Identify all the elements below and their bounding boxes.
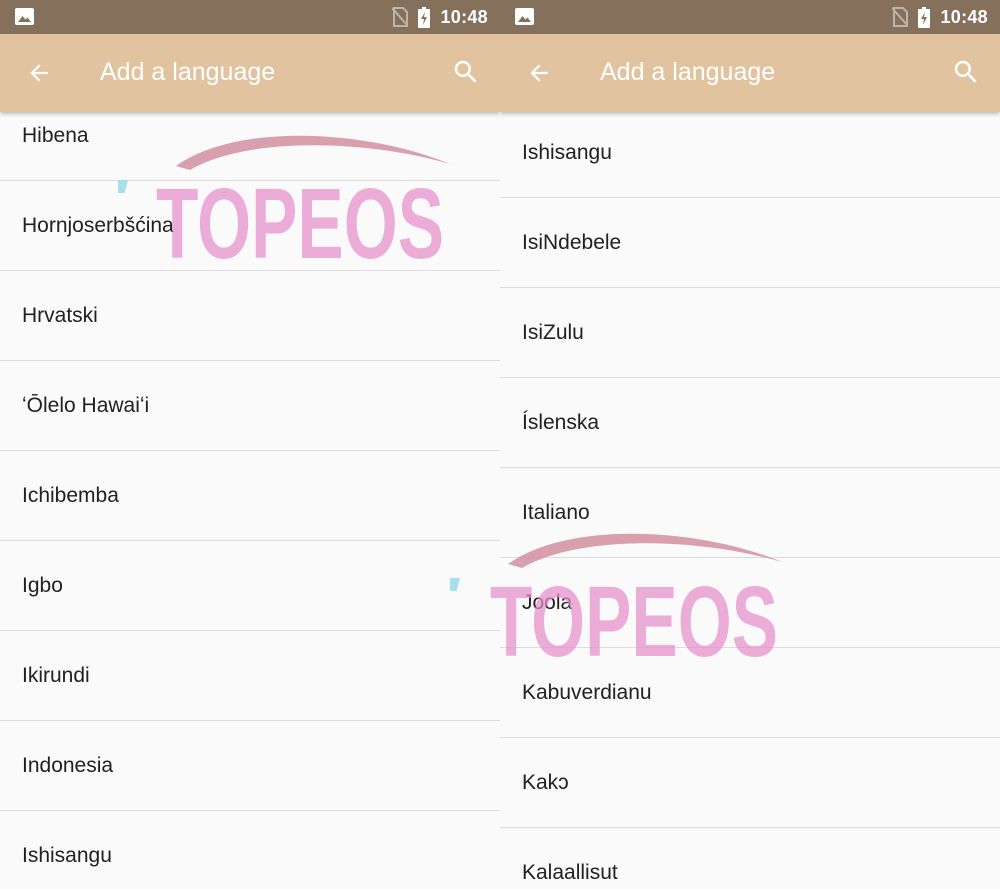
list-item[interactable]: Ishisangu (0, 811, 500, 889)
list-item-label: Ichibemba (22, 484, 119, 507)
list-item-label: Indonesia (22, 754, 114, 777)
phone-screen-left: 10:48 Add a language Hibena Hornjoserbšć… (0, 0, 500, 889)
list-item[interactable]: Indonesia (0, 721, 500, 811)
list-item[interactable]: Kabuverdianu (500, 648, 1000, 738)
list-item[interactable]: Igbo (0, 541, 500, 631)
arrow-back-icon (530, 64, 548, 82)
phone-screen-right: 10:48 Add a language Ishisangu IsiNdebel… (500, 0, 1000, 889)
arrow-back-icon (30, 64, 48, 82)
list-item-label: IsiNdebele (522, 231, 622, 254)
search-button[interactable] (448, 54, 484, 90)
search-icon (954, 60, 977, 83)
gallery-icon (15, 8, 34, 25)
page-title: Add a language (600, 58, 776, 86)
list-item-label: Ikirundi (22, 664, 90, 687)
list-item-label: Hornjoserbšćina (22, 214, 174, 237)
app-bar: Add a language (500, 34, 1000, 112)
list-item[interactable]: Joola (500, 558, 1000, 648)
language-list-viewport[interactable]: Hibena Hornjoserbšćina Hrvatski ʻŌlelo H… (0, 112, 500, 889)
list-item-label: ʻŌlelo Hawaiʻi (22, 394, 150, 417)
app-bar: Add a language (0, 34, 500, 112)
list-item[interactable]: Kakɔ (500, 738, 1000, 828)
language-list: Ishisangu IsiNdebele IsiZulu Íslenska It… (500, 112, 1000, 889)
list-item[interactable]: Hornjoserbšćina (0, 181, 500, 271)
list-item-label: Íslenska (522, 411, 600, 434)
status-icons: 10:48 (892, 0, 988, 34)
list-item[interactable]: Ikirundi (0, 631, 500, 721)
status-bar: 10:48 (500, 0, 1000, 34)
status-time: 10:48 (940, 6, 988, 27)
status-bar: 10:48 (0, 0, 500, 34)
status-icons: 10:48 (392, 0, 488, 34)
list-item-label: IsiZulu (522, 321, 584, 344)
list-item[interactable]: IsiNdebele (500, 198, 1000, 288)
list-item-label: Ishisangu (22, 844, 112, 867)
list-item-label: Ishisangu (522, 141, 612, 164)
list-item-label: Hibena (22, 124, 89, 147)
list-item-label: Igbo (22, 574, 63, 597)
list-item[interactable]: Ishisangu (500, 112, 1000, 198)
list-item[interactable]: IsiZulu (500, 288, 1000, 378)
list-item-label: Kalaallisut (522, 861, 618, 884)
list-item[interactable]: Hibena (0, 112, 500, 181)
battery-charging-icon (918, 6, 931, 28)
list-item-label: Kakɔ (522, 771, 569, 794)
screenshot-pair: 10:48 Add a language Hibena Hornjoserbšć… (0, 0, 1000, 889)
gallery-icon (515, 8, 534, 25)
list-item[interactable]: Kalaallisut (500, 828, 1000, 889)
language-list-viewport[interactable]: Ishisangu IsiNdebele IsiZulu Íslenska It… (500, 112, 1000, 889)
search-icon (454, 60, 477, 83)
search-button[interactable] (948, 54, 984, 90)
status-time: 10:48 (440, 6, 488, 27)
list-item[interactable]: Ichibemba (0, 451, 500, 541)
list-item-label: Joola (522, 591, 573, 614)
list-item[interactable]: Hrvatski (0, 271, 500, 361)
list-item-label: Italiano (522, 501, 590, 524)
no-sim-icon (892, 7, 909, 27)
language-list: Hibena Hornjoserbšćina Hrvatski ʻŌlelo H… (0, 112, 500, 889)
no-sim-icon (392, 7, 409, 27)
list-item-label: Kabuverdianu (522, 681, 652, 704)
list-item-label: Hrvatski (22, 304, 98, 327)
back-button[interactable] (22, 56, 56, 90)
battery-charging-icon (418, 6, 431, 28)
back-button[interactable] (522, 56, 556, 90)
list-item[interactable]: ʻŌlelo Hawaiʻi (0, 361, 500, 451)
list-item[interactable]: Italiano (500, 468, 1000, 558)
page-title: Add a language (100, 58, 276, 86)
list-item[interactable]: Íslenska (500, 378, 1000, 468)
